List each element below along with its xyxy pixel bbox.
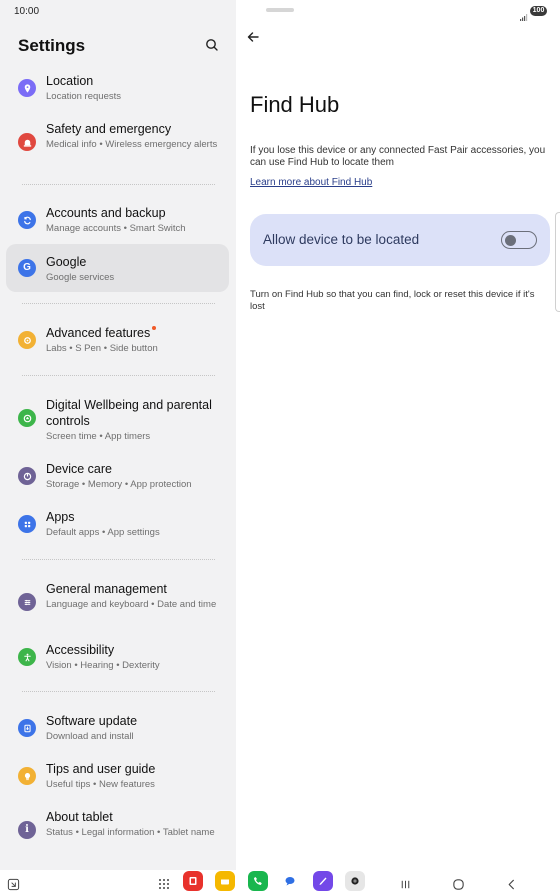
- gear-plus-icon: [18, 331, 36, 349]
- sidebar-item-subtitle: Medical info • Wireless emergency alerts: [46, 139, 218, 150]
- sidebar-item-subtitle: Useful tips • New features: [46, 779, 155, 790]
- emergency-icon: [18, 133, 36, 151]
- sidebar-item-subtitle: Download and install: [46, 731, 134, 742]
- galaxy-store-icon[interactable]: [313, 871, 333, 891]
- sidebar-item-accounts[interactable]: Accounts and backup Manage accounts • Sm…: [6, 200, 229, 240]
- sidebar-item-digital-wellbeing[interactable]: Digital Wellbeing and parental controls …: [6, 392, 229, 446]
- phone-icon[interactable]: [248, 871, 268, 891]
- find-hub-description: If you lose this device or any connected…: [250, 145, 546, 168]
- divider: [22, 184, 215, 185]
- home-icon[interactable]: [449, 872, 467, 896]
- apps-icon: [18, 515, 36, 533]
- camera-icon[interactable]: [345, 871, 365, 891]
- recent-apps-icon[interactable]: [396, 872, 414, 896]
- app-drawer-icon[interactable]: [156, 872, 172, 896]
- sidebar-item-title: Accessibility: [46, 643, 115, 657]
- sidebar-item-title: General management: [46, 582, 167, 596]
- screenshot-icon[interactable]: [4, 872, 22, 896]
- sidebar-item-google[interactable]: G Google Google services: [6, 244, 229, 292]
- sidebar-item-title: Location: [46, 74, 94, 88]
- find-hub-panel: [236, 0, 560, 870]
- allow-located-label: Allow device to be located: [263, 232, 420, 247]
- page-title: Find Hub: [250, 92, 340, 117]
- sidebar-item-title: Device care: [46, 462, 112, 476]
- settings-title: Settings: [18, 36, 86, 55]
- sidebar-item-safety[interactable]: Safety and emergency Medical info • Wire…: [6, 116, 229, 168]
- accessibility-icon: [18, 648, 36, 666]
- sidebar-item-subtitle: Location requests: [46, 91, 121, 102]
- sidebar-item-subtitle: Status • Legal information • Tablet name: [46, 827, 215, 838]
- sidebar-item-title: About tablet: [46, 810, 113, 824]
- switch-knob: [505, 234, 516, 246]
- allow-located-card[interactable]: Allow device to be located: [250, 214, 550, 266]
- sidebar-item-title-text: Advanced features: [46, 326, 151, 340]
- find-hub-note: Turn on Find Hub so that you can find, l…: [250, 289, 535, 312]
- sidebar-item-software-update[interactable]: Software update Download and install: [6, 708, 229, 748]
- learn-more-link[interactable]: Learn more about Find Hub: [250, 177, 372, 188]
- nav-back-icon[interactable]: [502, 872, 520, 896]
- update-icon: [18, 719, 36, 737]
- sidebar-item-title: Accounts and backup: [46, 206, 166, 220]
- new-badge-dot: [152, 326, 157, 330]
- sidebar-item-subtitle: Default apps • App settings: [46, 527, 160, 538]
- sidebar-item-title: Software update: [46, 714, 138, 728]
- allow-located-switch[interactable]: [501, 231, 537, 249]
- sidebar-item-title: Google: [46, 255, 87, 269]
- sidebar-item-advanced-features[interactable]: Advanced features Labs • S Pen • Side bu…: [6, 320, 229, 360]
- sidebar-item-title: Apps: [46, 510, 75, 524]
- edge-panel-handle[interactable]: [555, 212, 560, 312]
- google-icon: G: [18, 259, 36, 277]
- notes-icon[interactable]: [215, 871, 235, 891]
- settings-sidebar: 10:00 Settings Location Location request…: [0, 0, 236, 870]
- sidebar-item-device-care[interactable]: Device care Storage • Memory • App prote…: [6, 456, 229, 496]
- messages-icon[interactable]: [280, 871, 300, 891]
- flipboard-icon[interactable]: [183, 871, 203, 891]
- sidebar-item-accessibility[interactable]: Accessibility Vision • Hearing • Dexteri…: [6, 637, 229, 677]
- back-arrow-icon[interactable]: [246, 30, 260, 44]
- sidebar-item-subtitle: Vision • Hearing • Dexterity: [46, 660, 160, 671]
- sidebar-item-location[interactable]: Location Location requests: [6, 68, 229, 108]
- sidebar-item-title: Advanced features: [46, 325, 221, 341]
- sidebar-item-tips[interactable]: Tips and user guide Useful tips • New fe…: [6, 756, 229, 796]
- status-time: 10:00: [14, 6, 40, 17]
- location-icon: [18, 79, 36, 97]
- info-icon: i: [18, 821, 36, 839]
- sidebar-item-subtitle: Manage accounts • Smart Switch: [46, 223, 186, 234]
- sidebar-item-general-management[interactable]: General management Language and keyboard…: [6, 576, 229, 628]
- sidebar-item-apps[interactable]: Apps Default apps • App settings: [6, 504, 229, 544]
- sidebar-item-title: Tips and user guide: [46, 762, 156, 776]
- sidebar-item-subtitle: Storage • Memory • App protection: [46, 479, 192, 490]
- divider: [22, 375, 215, 376]
- sidebar-item-title: Safety and emergency: [46, 122, 172, 136]
- divider: [22, 303, 215, 304]
- sidebar-item-subtitle: Google services: [46, 272, 115, 283]
- sidebar-item-about-tablet[interactable]: i About tablet Status • Legal informatio…: [6, 804, 229, 856]
- divider: [22, 559, 215, 560]
- sidebar-item-subtitle: Labs • S Pen • Side button: [46, 343, 158, 354]
- sidebar-item-title: Digital Wellbeing and parental controls: [46, 398, 212, 428]
- search-icon[interactable]: [203, 36, 221, 54]
- sidebar-item-subtitle: Language and keyboard • Date and time: [46, 599, 217, 610]
- signal-icon: [520, 8, 528, 21]
- sidebar-item-subtitle: Screen time • App timers: [46, 431, 151, 442]
- pane-drag-handle[interactable]: [266, 8, 294, 12]
- lightbulb-icon: [18, 767, 36, 785]
- wellbeing-icon: [18, 409, 36, 427]
- device-care-icon: [18, 467, 36, 485]
- sliders-icon: [18, 593, 36, 611]
- sync-icon: [18, 211, 36, 229]
- battery-indicator: 100: [530, 6, 547, 16]
- divider: [22, 691, 215, 692]
